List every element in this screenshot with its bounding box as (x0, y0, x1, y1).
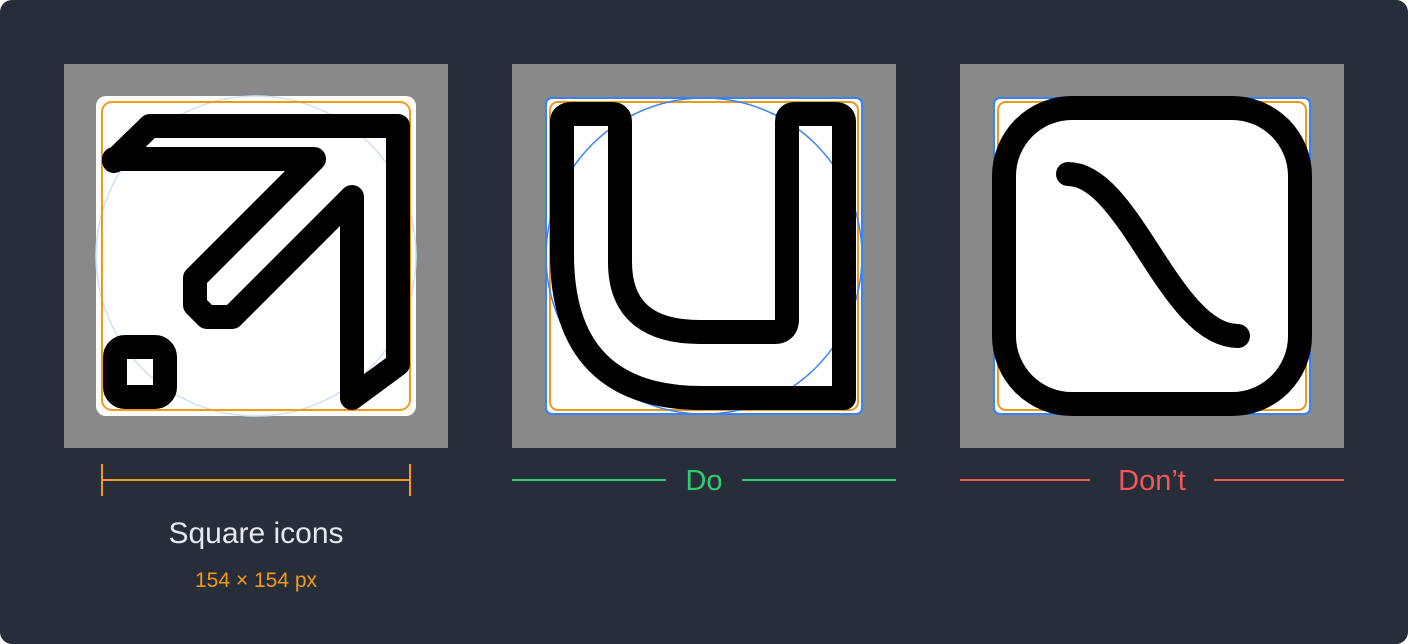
dont-example-tile (960, 64, 1344, 448)
sine-wave-in-rounded-square-icon (992, 96, 1312, 416)
guideline-panel: Do Don’t Square icons 154 × 154 px (0, 0, 1408, 644)
do-example-tile (512, 64, 896, 448)
dont-divider: Don’t (960, 463, 1344, 499)
square-icon-example-tile (64, 64, 448, 448)
size-measure-bracket (101, 464, 411, 496)
do-divider: Do (512, 463, 896, 499)
caption-dimensions: 154 × 154 px (194, 569, 318, 592)
do-label: Do (685, 465, 723, 497)
u-shape-icon (545, 97, 863, 415)
arrow-up-right-icon (95, 95, 417, 417)
caption-title: Square icons (168, 517, 344, 550)
dont-label: Don’t (1118, 465, 1186, 497)
